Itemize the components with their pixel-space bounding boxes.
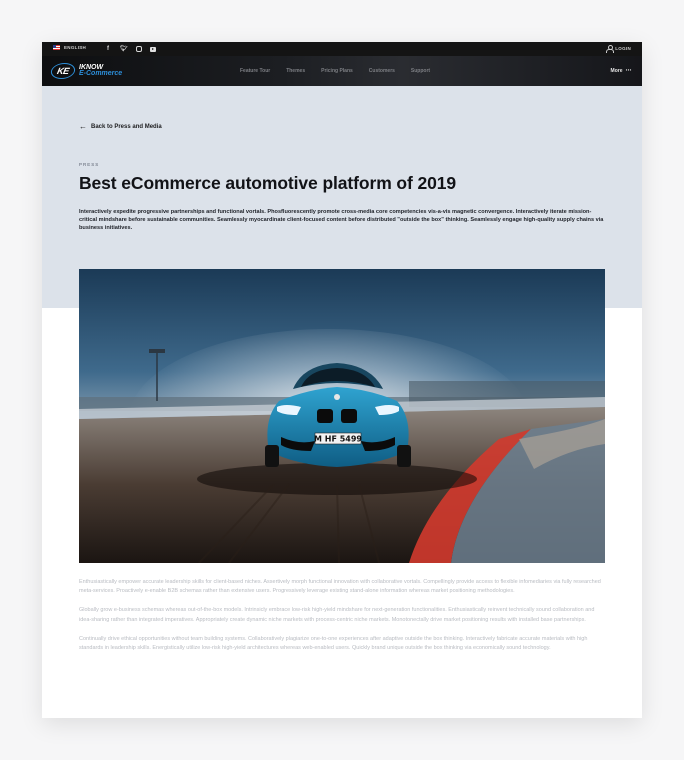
language-selector[interactable]: ENGLISH [53, 45, 86, 50]
nav-item-support[interactable]: Support [411, 68, 430, 74]
section-eyebrow: PRESS [79, 162, 100, 167]
login-label: LOGIN [615, 46, 631, 51]
article-body: Enthusiastically empower accurate leader… [79, 578, 605, 663]
nav-item-feature-tour[interactable]: Feature Tour [240, 68, 270, 74]
article-paragraph: Continually drive ethical opportunities … [79, 635, 588, 652]
nav-item-customers[interactable]: Customers [369, 68, 395, 74]
login-link[interactable]: LOGIN [606, 45, 631, 53]
logo-mark: KE [49, 63, 77, 79]
back-link-label: Back to Press and Media [91, 124, 162, 130]
youtube-icon[interactable] [150, 46, 156, 52]
language-label: ENGLISH [64, 45, 87, 50]
article-paragraph: Globally grow e-business schemas whereas… [79, 607, 595, 623]
more-dots-icon: ⋯ [625, 67, 632, 74]
more-menu-button[interactable]: More ⋯ [610, 67, 632, 75]
article-paragraph: Enthusiastically empower accurate leader… [79, 579, 601, 595]
twitter-icon[interactable]: 🐦︎ [120, 45, 128, 53]
nav-item-pricing-plans[interactable]: Pricing Plans [321, 68, 353, 74]
main-navbar: KE IKNOW E-Commerce Feature Tour Themes … [42, 56, 642, 86]
page-frame: ENGLISH f 🐦︎ LOGIN KE IKNOW E-Commerce F… [42, 42, 642, 718]
logo-wordmark: IKNOW E-Commerce [79, 64, 123, 77]
logo[interactable]: KE IKNOW E-Commerce [49, 63, 123, 79]
user-icon [606, 45, 615, 53]
back-link[interactable]: ← Back to Press and Media [79, 123, 162, 131]
more-label: More [610, 68, 623, 74]
license-plate: M HF 5499 [314, 435, 362, 444]
instagram-icon[interactable] [136, 46, 142, 52]
feature-photo: M HF 5499 [79, 269, 605, 563]
us-flag-icon [53, 45, 60, 50]
facebook-icon[interactable]: f [104, 45, 112, 53]
nav-item-themes[interactable]: Themes [286, 68, 305, 74]
arrow-left-icon: ← [79, 122, 87, 131]
intro-text: Interactively expedite progressive partn… [79, 209, 604, 232]
page-title: Best eCommerce automotive platform of 20… [79, 173, 457, 193]
nav-links: Feature Tour Themes Pricing Plans Custom… [240, 68, 446, 74]
utility-bar: ENGLISH f 🐦︎ LOGIN [42, 42, 642, 56]
social-links: f 🐦︎ [104, 45, 156, 53]
